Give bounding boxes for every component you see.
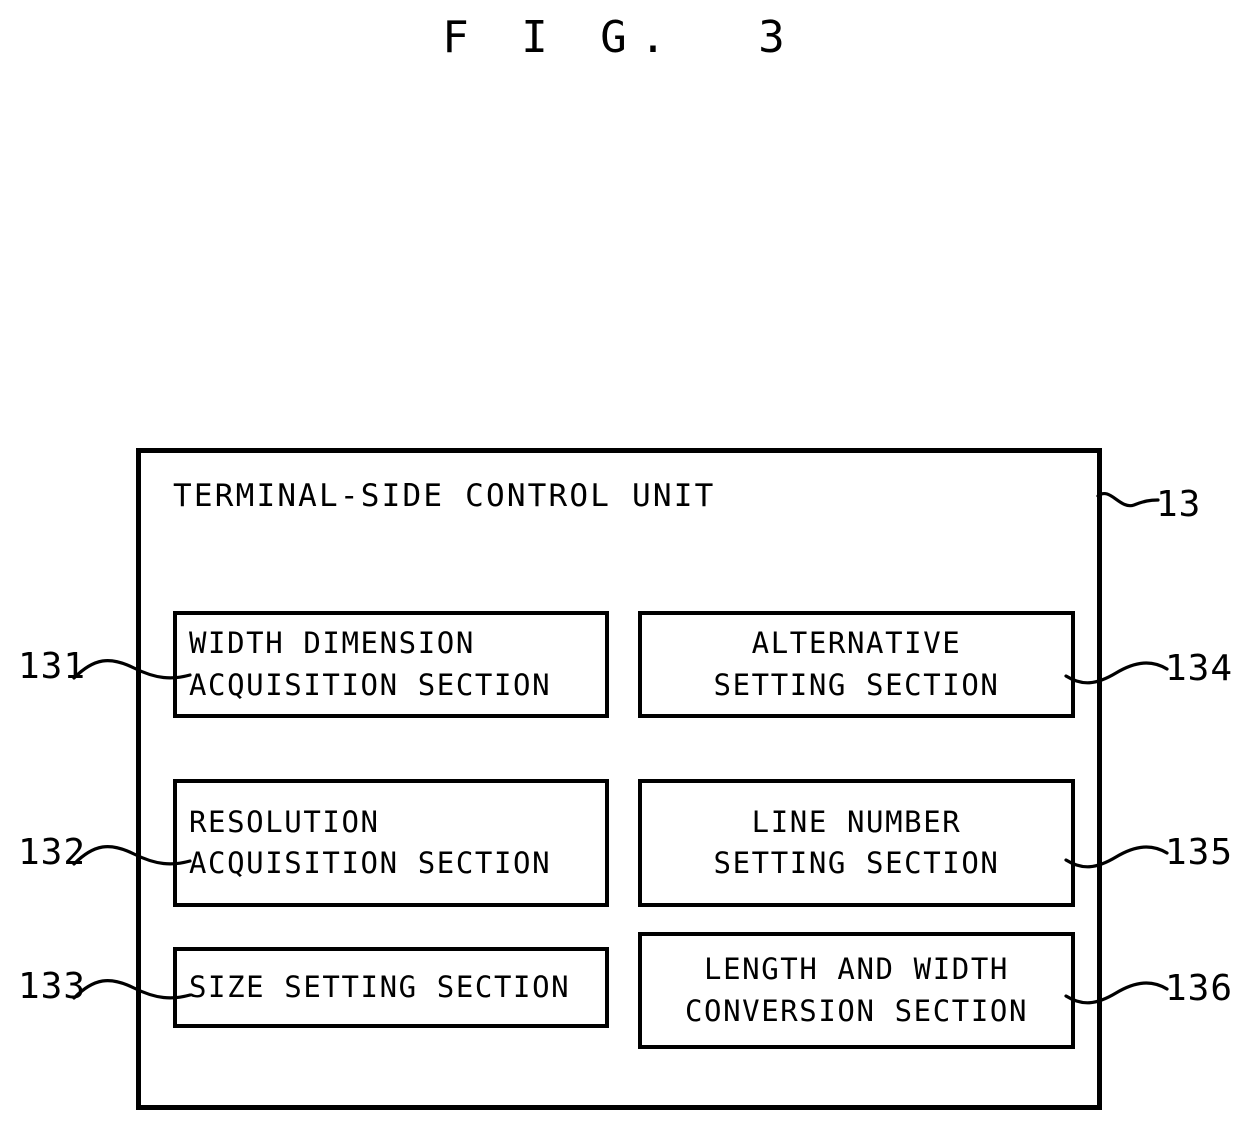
- terminal-side-control-unit-label: TERMINAL-SIDE CONTROL UNIT: [173, 478, 716, 514]
- module-136-line-2: CONVERSION SECTION: [684, 993, 1029, 1028]
- reference-numeral-135: 135: [1165, 832, 1234, 873]
- leader-line-13: [1096, 492, 1160, 508]
- figure-page: F I G. 3 TERMINAL-SIDE CONTROL UNIT WIDT…: [0, 0, 1240, 1125]
- figure-title: F I G. 3: [442, 12, 798, 63]
- reference-numeral-133: 133: [18, 966, 87, 1007]
- length-and-width-conversion-section-box: LENGTH AND WIDTH CONVERSION SECTION: [638, 932, 1075, 1049]
- module-135-line-1: LINE NUMBER: [751, 804, 962, 839]
- module-132-line-1: RESOLUTION: [189, 804, 380, 839]
- reference-numeral-136: 136: [1165, 968, 1234, 1009]
- reference-numeral-134: 134: [1165, 648, 1234, 689]
- alternative-setting-section-box: ALTERNATIVE SETTING SECTION: [638, 611, 1075, 718]
- module-135-line-2: SETTING SECTION: [713, 846, 1000, 880]
- size-setting-section-box: SIZE SETTING SECTION: [173, 947, 609, 1028]
- module-131-line-2: ACQUISITION SECTION: [189, 667, 552, 702]
- module-136-line-1: LENGTH AND WIDTH: [704, 952, 1009, 987]
- module-132-line-2: ACQUISITION SECTION: [189, 846, 552, 880]
- reference-numeral-131: 131: [18, 646, 87, 687]
- line-number-setting-section-box: LINE NUMBER SETTING SECTION: [638, 779, 1075, 907]
- resolution-acquisition-section-box: RESOLUTION ACQUISITION SECTION: [173, 779, 609, 907]
- module-131-line-1: WIDTH DIMENSION: [189, 626, 475, 661]
- width-dimension-acquisition-section-box: WIDTH DIMENSION ACQUISITION SECTION: [173, 611, 609, 718]
- module-134-line-2: SETTING SECTION: [713, 667, 1000, 702]
- module-134-line-1: ALTERNATIVE: [751, 626, 962, 661]
- module-133-line-1: SIZE SETTING SECTION: [189, 969, 571, 1004]
- reference-numeral-13: 13: [1156, 484, 1202, 525]
- reference-numeral-132: 132: [18, 832, 87, 873]
